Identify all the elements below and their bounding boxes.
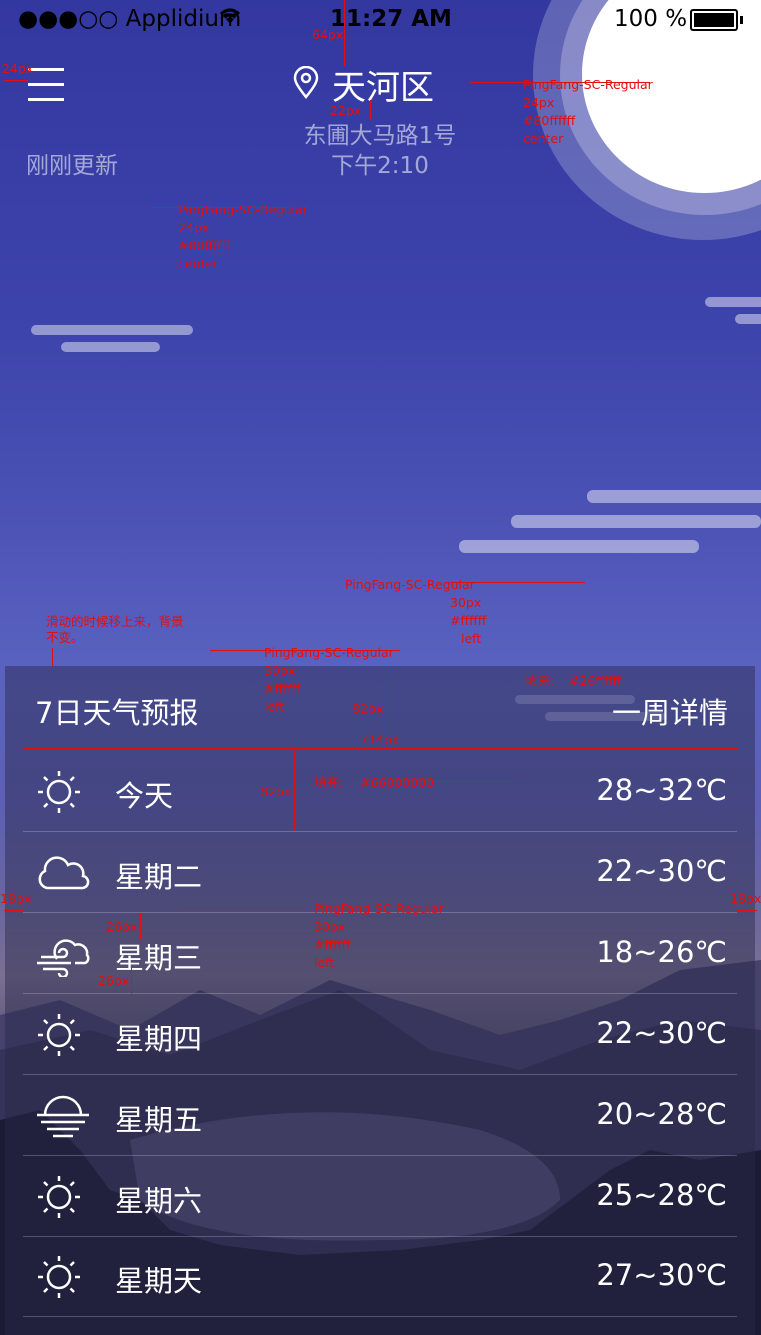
forecast-row[interactable]: 星期天 27~30℃ <box>23 1236 737 1317</box>
cloud-shape <box>61 342 160 352</box>
day-label: 星期四 <box>115 1022 203 1056</box>
spec-label: left <box>264 699 285 714</box>
spec-label: 24px <box>523 95 555 110</box>
spec-label: PingFang-SC-Regular <box>523 77 653 92</box>
cloud-shape <box>735 314 761 324</box>
sun-icon <box>35 1174 83 1220</box>
forecast-title: 7日天气预报 <box>35 696 199 730</box>
spec-label: #ffffff <box>264 681 301 696</box>
spec-line <box>294 750 295 830</box>
spec-label: 82px <box>260 784 292 799</box>
spec-label: 22px <box>330 103 362 118</box>
temp-range: 18~26℃ <box>596 935 727 969</box>
forecast-row[interactable]: 星期五 20~28℃ <box>23 1075 737 1156</box>
temp-range: 28~32℃ <box>596 773 727 807</box>
spec-line <box>370 100 371 120</box>
spec-line <box>180 907 310 908</box>
haze-icon <box>35 1093 89 1139</box>
spec-label: 30px <box>450 595 482 610</box>
temp-range: 20~28℃ <box>596 1097 727 1131</box>
street-address: 东圃大马路1号 <box>303 123 457 149</box>
spec-label: 24px <box>2 61 34 76</box>
spec-label: left <box>461 631 482 646</box>
spec-label: PingFang-SC-Regular <box>178 202 308 217</box>
spec-line <box>737 910 757 911</box>
sun-icon <box>35 1012 83 1058</box>
cloud-shape <box>587 490 761 503</box>
carrier-label: ●●●○○ Applidium <box>18 6 242 32</box>
weather-screen: ●●●○○ Applidium 11:27 AM 100 % 天河区 东圃大马路… <box>0 0 761 1335</box>
clock: 11:27 AM <box>330 6 452 32</box>
week-detail-link[interactable]: 一周详情 <box>612 690 728 732</box>
spec-label: #ffffff <box>314 937 351 952</box>
day-label: 星期六 <box>115 1184 203 1218</box>
battery-label: 100 % <box>614 6 688 32</box>
spec-label: 18px <box>0 891 32 906</box>
status-bar: ●●●○○ Applidium 11:27 AM 100 % <box>0 0 761 40</box>
spec-label: #ffffff <box>450 613 487 628</box>
spec-line <box>52 648 53 666</box>
temp-range: 27~30℃ <box>596 1258 727 1292</box>
cloud-shape <box>511 515 761 528</box>
forecast-row[interactable]: 星期六 25~28℃ <box>23 1156 737 1237</box>
battery-icon <box>690 9 743 31</box>
spec-label: 18px <box>730 891 761 906</box>
spec-label: center <box>523 131 564 146</box>
spec-label: 26px <box>98 973 130 988</box>
spec-label: 不变。 <box>46 630 84 645</box>
temp-range: 22~30℃ <box>596 1016 727 1050</box>
spec-label: 填充: <box>525 673 555 688</box>
spec-label: 24px <box>178 220 210 235</box>
cloud-wind-icon <box>35 931 90 979</box>
day-label: 星期三 <box>115 941 203 975</box>
temp-range: 22~30℃ <box>596 854 727 888</box>
updated-label: 刚刚更新 <box>26 153 118 179</box>
temp-range: 25~28℃ <box>596 1178 727 1212</box>
spec-label: 714px <box>360 732 400 747</box>
location-pin-icon <box>292 65 320 104</box>
spec-line <box>4 80 28 81</box>
spec-label: left <box>314 955 335 970</box>
day-label: 今天 <box>115 779 174 813</box>
cloud-shape <box>705 297 761 307</box>
day-label: 星期天 <box>115 1264 203 1298</box>
cloud-shape <box>459 540 699 553</box>
cloud-icon <box>35 850 90 896</box>
spec-label: PingFang-SC-Regular <box>314 901 444 916</box>
sun-icon <box>35 1254 83 1300</box>
spec-line <box>131 968 132 994</box>
spec-label: 64px <box>312 27 344 42</box>
spec-label: #80ffffff <box>178 238 231 253</box>
wifi-icon <box>217 6 243 32</box>
menu-button[interactable] <box>28 68 64 102</box>
cloud-shape <box>31 325 193 335</box>
spec-line <box>140 913 141 939</box>
spec-label: 30px <box>264 663 296 678</box>
forecast-row[interactable]: 星期四 22~30℃ <box>23 994 737 1075</box>
day-label: 星期五 <box>115 1103 203 1137</box>
spec-label: #66000000 <box>360 775 435 790</box>
spec-label: 26px <box>106 919 138 934</box>
spec-label: 82px <box>352 701 384 716</box>
spec-label: 填充: <box>314 775 344 790</box>
update-time: 下午2:10 <box>331 153 429 179</box>
spec-label: #80ffffff <box>523 113 576 128</box>
spec-label: center <box>178 256 219 271</box>
spec-label: #26ffffff <box>569 673 622 688</box>
sun-icon <box>35 769 83 815</box>
spec-line <box>4 910 24 911</box>
day-label: 星期二 <box>115 860 203 894</box>
spec-label: 30px <box>314 919 346 934</box>
spec-line <box>344 0 345 66</box>
spec-label: PingFang-SC-Regular <box>264 645 394 660</box>
spec-label: PingFang-SC-Regular <box>345 577 475 592</box>
